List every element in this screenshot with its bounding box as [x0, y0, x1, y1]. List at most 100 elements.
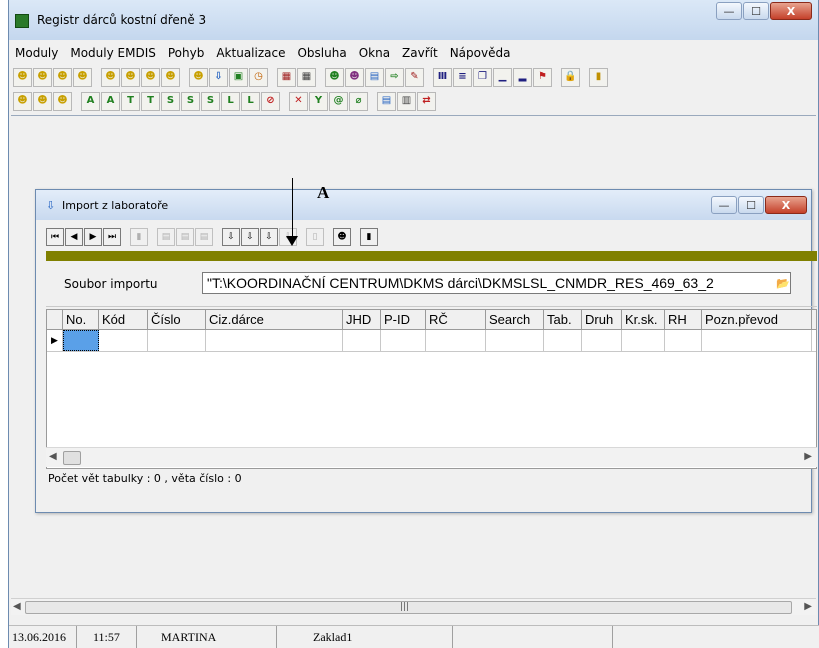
table-cell[interactable]: [426, 330, 486, 351]
menu-item[interactable]: Obsluha: [291, 46, 352, 60]
column-header[interactable]: RČ: [426, 310, 486, 329]
last-record-icon[interactable]: ⏭: [103, 228, 121, 246]
data-grid[interactable]: No. Kód Číslo Ciz.dárce JHD P-ID RČ Search Tab. D…: [46, 309, 817, 469]
first-record-icon[interactable]: ⏮: [46, 228, 64, 246]
menu-item[interactable]: Moduly: [9, 46, 64, 60]
scroll-thumb[interactable]: [63, 451, 81, 465]
person-icon[interactable]: ☻: [53, 91, 72, 111]
scroll-right-icon[interactable]: ▶: [804, 601, 812, 612]
pen-icon[interactable]: ✎: [405, 67, 424, 87]
menu-item[interactable]: Okna: [353, 46, 396, 60]
letter-t-icon[interactable]: T: [141, 91, 160, 111]
table-cell[interactable]: [148, 330, 206, 351]
menu-item[interactable]: Aktualizace: [210, 46, 291, 60]
maximize-button[interactable]: ☐: [743, 2, 769, 20]
no-entry-icon[interactable]: ⊘: [261, 91, 280, 111]
person-icon[interactable]: ☻: [189, 67, 208, 87]
table-cell[interactable]: [381, 330, 426, 351]
exit-door-icon[interactable]: ▮: [589, 67, 608, 87]
calendar-icon[interactable]: ▦: [277, 67, 296, 87]
table-cell[interactable]: [486, 330, 544, 351]
person-icon[interactable]: ☻: [33, 67, 52, 87]
scroll-thumb[interactable]: |||: [25, 601, 792, 614]
import-icon[interactable]: ⇩: [209, 67, 228, 87]
letter-t-icon[interactable]: T: [121, 91, 140, 111]
person-icon[interactable]: ☻: [33, 91, 52, 111]
scroll-right-icon[interactable]: ▶: [804, 451, 812, 462]
document-icon[interactable]: ▥: [397, 91, 416, 111]
menu-item[interactable]: Moduly EMDIS: [64, 46, 162, 60]
pages-icon[interactable]: ❐: [473, 67, 492, 87]
letter-a-icon[interactable]: A: [101, 91, 120, 111]
chart-icon[interactable]: ▂: [513, 67, 532, 87]
columns-icon[interactable]: Ⅲ: [433, 67, 452, 87]
person-icon[interactable]: ☻: [121, 67, 140, 87]
clock-icon[interactable]: ◷: [249, 67, 268, 87]
column-header[interactable]: JHD: [343, 310, 381, 329]
scroll-left-icon[interactable]: ◀: [49, 451, 57, 462]
column-header[interactable]: Číslo: [148, 310, 206, 329]
child-minimize-button[interactable]: —: [711, 196, 737, 214]
import-file-field[interactable]: "T:\KOORDINAČNÍ CENTRUM\DKMS dárci\DKMSL…: [202, 272, 791, 294]
scroll-left-icon[interactable]: ◀: [13, 601, 21, 612]
table-cell[interactable]: [63, 330, 99, 351]
letter-s-icon[interactable]: S: [161, 91, 180, 111]
table-cell[interactable]: [206, 330, 343, 351]
swap-icon[interactable]: ⇄: [417, 91, 436, 111]
table-cell[interactable]: [544, 330, 582, 351]
import-icon[interactable]: ⇩: [260, 228, 278, 246]
letter-s-icon[interactable]: S: [181, 91, 200, 111]
table-cell[interactable]: [702, 330, 812, 351]
column-header[interactable]: P-ID: [381, 310, 426, 329]
child-maximize-button[interactable]: ☐: [738, 196, 764, 214]
column-header[interactable]: Tab.: [544, 310, 582, 329]
letter-l-icon[interactable]: L: [241, 91, 260, 111]
delete-icon[interactable]: ✕: [289, 91, 308, 111]
folder-open-icon[interactable]: 📂: [775, 275, 791, 291]
child-close-button[interactable]: X: [765, 196, 807, 214]
table-row[interactable]: ▶: [47, 330, 816, 352]
exit-door-icon[interactable]: ▮: [360, 228, 378, 246]
table-cell[interactable]: [99, 330, 148, 351]
table-cell[interactable]: [582, 330, 622, 351]
person-icon[interactable]: ☻: [13, 67, 32, 87]
monitor-icon[interactable]: ▤: [377, 91, 396, 111]
import-icon[interactable]: ⇩: [222, 228, 240, 246]
column-header[interactable]: Pozn.převod: [702, 310, 812, 329]
person-icon[interactable]: ☻: [333, 228, 351, 246]
person-icon[interactable]: ☻: [345, 67, 364, 87]
mdi-horizontal-scrollbar[interactable]: ◀ ||| ▶: [11, 598, 816, 615]
person-icon[interactable]: ☻: [73, 67, 92, 87]
person-icon[interactable]: ☻: [101, 67, 120, 87]
flag-icon[interactable]: ⚑: [533, 67, 552, 87]
column-header[interactable]: Druh: [582, 310, 622, 329]
rows-icon[interactable]: ≡: [453, 67, 472, 87]
import-icon[interactable]: ⇩: [241, 228, 259, 246]
menu-item[interactable]: Zavřít: [396, 46, 444, 60]
letter-s-icon[interactable]: S: [201, 91, 220, 111]
letter-l-icon[interactable]: L: [221, 91, 240, 111]
person-icon[interactable]: ☻: [13, 91, 32, 111]
next-record-icon[interactable]: ▶: [84, 228, 102, 246]
minimize-button[interactable]: —: [716, 2, 742, 20]
prev-record-icon[interactable]: ◀: [65, 228, 83, 246]
column-header[interactable]: No.: [63, 310, 99, 329]
close-button[interactable]: X: [770, 2, 812, 20]
monitor-icon[interactable]: ▣: [229, 67, 248, 87]
person-icon[interactable]: ☻: [325, 67, 344, 87]
column-header[interactable]: Kr.sk.: [622, 310, 665, 329]
lock-icon[interactable]: 🔒: [561, 67, 580, 87]
column-header[interactable]: Ciz.dárce: [206, 310, 343, 329]
letter-a-icon[interactable]: A: [81, 91, 100, 111]
monitor-icon[interactable]: ▤: [365, 67, 384, 87]
column-header[interactable]: RH: [665, 310, 702, 329]
chart-icon[interactable]: ▁: [493, 67, 512, 87]
table-cell[interactable]: [622, 330, 665, 351]
at-icon[interactable]: @: [329, 91, 348, 111]
forward-icon[interactable]: ⇨: [385, 67, 404, 87]
person-icon[interactable]: ☻: [161, 67, 180, 87]
person-icon[interactable]: ☻: [141, 67, 160, 87]
table-icon[interactable]: ▦: [297, 67, 316, 87]
menu-item[interactable]: Pohyb: [162, 46, 210, 60]
person-icon[interactable]: ☻: [53, 67, 72, 87]
